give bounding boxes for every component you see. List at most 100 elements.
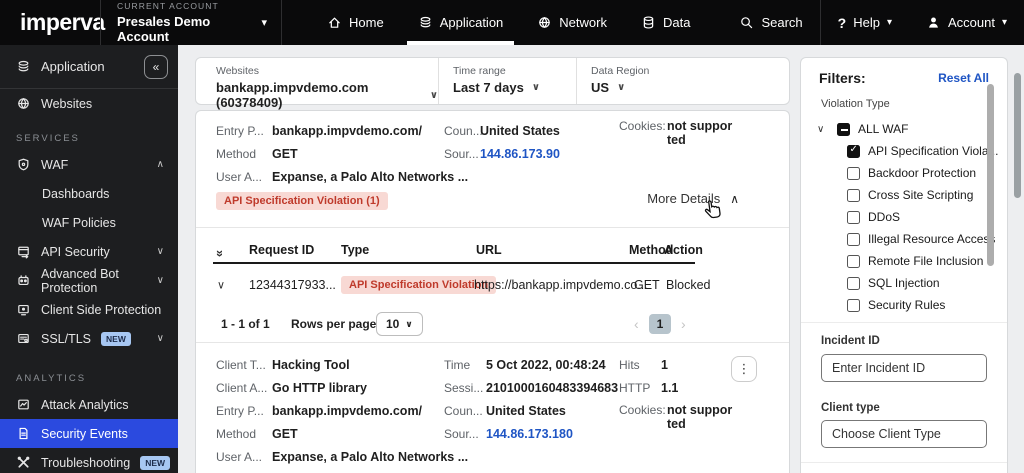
filter-option-label: API Specification Viola...: [868, 144, 999, 158]
col-url: URL: [476, 243, 502, 257]
search-button[interactable]: Search: [722, 0, 819, 45]
chevron-down-icon[interactable]: ∨: [817, 124, 829, 135]
collapse-sidebar-button[interactable]: «: [144, 54, 168, 79]
filter-option[interactable]: Backdoor Protection: [801, 162, 1007, 184]
account-switcher[interactable]: CURRENT ACCOUNT Presales Demo Account ▾: [101, 0, 281, 45]
time-range-selector[interactable]: Time range Last 7 days ∨: [438, 58, 576, 104]
chevron-down-icon: ▾: [1001, 17, 1007, 28]
sidebar-item-troubleshooting[interactable]: Troubleshooting NEW: [0, 448, 178, 473]
cursor-pointer-icon: [704, 200, 721, 219]
expand-all-icon[interactable]: «: [211, 250, 226, 257]
sidebar-item-api-security[interactable]: API Security ∨: [0, 237, 178, 266]
certificate-icon: [18, 333, 29, 344]
nav-application[interactable]: Application: [401, 0, 521, 45]
event-fields-column: Hits 1 HTTP 1.1 Cookies: not supported: [619, 353, 735, 432]
prev-page-button[interactable]: ‹: [634, 316, 639, 332]
globe-icon: [18, 98, 29, 109]
source-ip-link[interactable]: 144.86.173.90: [480, 147, 560, 161]
rows-per-page-select[interactable]: 10 ∨: [376, 312, 423, 336]
cell-action: Blocked: [666, 278, 711, 292]
sidebar-item-client-side-protection[interactable]: Client Side Protection: [0, 295, 178, 324]
source-ip-link[interactable]: 144.86.173.180: [486, 427, 573, 441]
filter-option[interactable]: Cross Site Scripting: [801, 184, 1007, 206]
sidebar-item-label: Attack Analytics: [41, 397, 129, 412]
panel-scrollbar[interactable]: [987, 84, 994, 266]
chevron-down-icon: ∨: [156, 275, 164, 286]
expand-row-icon[interactable]: ∨: [217, 279, 225, 292]
sidebar-title: Application: [41, 59, 105, 74]
incident-id-label: Incident ID: [821, 335, 880, 347]
checkbox[interactable]: [837, 122, 850, 136]
reset-all-link[interactable]: Reset All: [938, 71, 989, 85]
filter-option[interactable]: Remote File Inclusion: [801, 250, 1007, 272]
filter-option-label: SQL Injection: [868, 276, 940, 290]
sidebar-item-ssl-tls[interactable]: SSL/TLS NEW ∨: [0, 324, 178, 353]
nav-data[interactable]: Data: [624, 0, 707, 45]
field-value: Go HTTP library: [272, 380, 367, 395]
websites-selector[interactable]: Websites bankapp.impvdemo.com (60378409)…: [196, 58, 438, 110]
chevron-down-icon: ∨: [429, 89, 438, 101]
sidebar-header: Application «: [0, 45, 178, 89]
event-fields-column: Entry P... bankapp.impvdemo.com/ Method GE…: [216, 119, 468, 188]
nav-home[interactable]: Home: [310, 0, 401, 45]
sidebar-item-waf[interactable]: WAF ∧: [0, 150, 178, 179]
imperva-logo: imperva: [20, 9, 105, 35]
checkbox[interactable]: [847, 210, 860, 224]
client-type-input[interactable]: [821, 420, 987, 448]
sidebar: Application « Websites SERVICES WAF ∧ Da…: [0, 45, 178, 473]
checkbox[interactable]: [847, 166, 860, 180]
help-menu[interactable]: ? Help ▾: [821, 0, 909, 45]
filter-option[interactable]: API Specification Viola...: [801, 140, 1007, 162]
nav-network[interactable]: Network: [520, 0, 624, 45]
search-label: Search: [761, 15, 803, 30]
page-scrollbar[interactable]: [1014, 73, 1021, 198]
checkbox[interactable]: [847, 298, 860, 312]
sidebar-item-waf-policies[interactable]: WAF Policies: [0, 208, 178, 237]
row-actions-menu-button[interactable]: ⋮: [731, 356, 757, 382]
next-page-button[interactable]: ›: [681, 316, 686, 332]
checkbox[interactable]: [847, 188, 860, 202]
filter-option[interactable]: DDoS: [801, 206, 1007, 228]
checkbox[interactable]: [847, 232, 860, 246]
cookies-field: Cookies: not supported: [619, 119, 735, 147]
chevron-down-icon: ∨: [531, 82, 540, 93]
sidebar-item-websites[interactable]: Websites: [0, 89, 178, 118]
filter-option[interactable]: Security Rules: [801, 294, 1007, 316]
field-label: Entry P...: [216, 123, 264, 138]
field-label: Client A...: [216, 380, 268, 395]
table-row[interactable]: ∨ 12344317933... API Specification Viola…: [213, 264, 710, 306]
sidebar-section-analytics: ANALYTICS: [16, 373, 87, 384]
monitor-icon: [18, 304, 29, 316]
page-number-button[interactable]: 1: [649, 314, 671, 334]
filters-title: Filters:: [819, 70, 866, 86]
field-label: Sour...: [444, 146, 479, 161]
checkbox[interactable]: [847, 276, 860, 290]
chevron-down-icon: ▾: [261, 17, 267, 29]
rows-per-page-label: Rows per page: [291, 317, 377, 331]
data-region-selector[interactable]: Data Region US ∨: [576, 58, 789, 104]
violation-type-tag[interactable]: API Specification Violation (1): [216, 192, 388, 210]
field-label: Sessi...: [444, 380, 484, 395]
checkbox[interactable]: [847, 144, 860, 158]
sidebar-item-security-events[interactable]: Security Events: [0, 419, 178, 448]
sidebar-item-advanced-bot-protection[interactable]: Advanced Bot Protection ∨: [0, 266, 178, 295]
more-details-toggle[interactable]: More Details ∧: [647, 191, 739, 206]
checkbox[interactable]: [847, 254, 860, 268]
filter-option[interactable]: Illegal Resource Access: [801, 228, 1007, 250]
field-label: Method: [216, 146, 257, 161]
account-menu[interactable]: Account ▾: [909, 0, 1024, 45]
chevron-up-icon: ∧: [156, 159, 164, 170]
client-type-label: Client type: [821, 402, 880, 414]
col-request-id: Request ID: [249, 243, 315, 257]
chevron-down-icon: ∨: [156, 333, 164, 344]
api-window-icon: [18, 246, 29, 259]
incident-id-input[interactable]: [821, 354, 987, 382]
field-value: 5 Oct 2022, 00:48:24: [486, 357, 606, 372]
filter-option[interactable]: SQL Injection: [801, 272, 1007, 294]
field-value: 1.1: [661, 380, 679, 395]
sidebar-item-attack-analytics[interactable]: Attack Analytics: [0, 390, 178, 419]
sidebar-item-dashboards[interactable]: Dashboards: [0, 179, 178, 208]
filter-option-all-waf[interactable]: ∨ ALL WAF: [801, 118, 1007, 140]
pagination-bar: 1 - 1 of 1 Rows per page 10 ∨ ‹ 1 ›: [196, 306, 789, 342]
cell-method: GET: [634, 278, 660, 292]
